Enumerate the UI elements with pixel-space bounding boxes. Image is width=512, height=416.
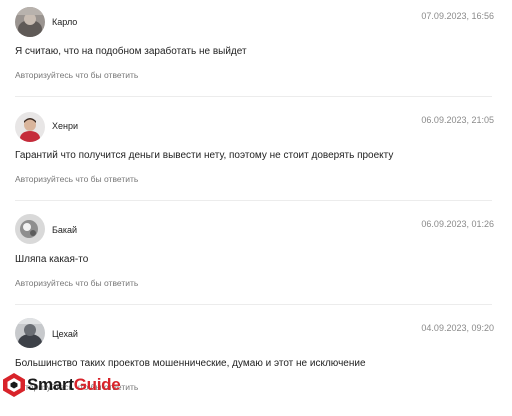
comment-divider [15, 200, 492, 201]
comment-divider [15, 304, 492, 305]
avatar[interactable] [15, 112, 45, 142]
comment-date: 06.09.2023, 01:26 [421, 219, 494, 229]
smartguide-watermark: SmartGuide [2, 370, 121, 400]
avatar[interactable] [15, 318, 45, 348]
comment-date: 04.09.2023, 09:20 [421, 323, 494, 333]
user-photo-icon [15, 318, 45, 348]
comment-author[interactable]: Бакай [52, 225, 77, 235]
reply-login-link[interactable]: Авторизуйтесь что бы ответить [15, 278, 138, 288]
wordmark-guide: Guide [73, 375, 121, 394]
comment-text: Гарантий что получится деньги вывести не… [15, 150, 394, 161]
avatar[interactable] [15, 214, 45, 244]
comment-item: Бакай 06.09.2023, 01:26 Шляпа какая-то А… [0, 208, 512, 312]
comment-text: Я считаю, что на подобном заработать не … [15, 46, 247, 57]
smartguide-logo-icon [3, 373, 25, 397]
comment-author[interactable]: Карло [52, 17, 77, 27]
reply-login-link[interactable]: Авторизуйтесь что бы ответить [15, 70, 138, 80]
comment-text: Шляпа какая-то [15, 254, 89, 265]
smartguide-wordmark: SmartGuide [27, 375, 121, 395]
comment-text: Большинство таких проектов мошеннические… [15, 358, 366, 369]
wordmark-smart: Smart [27, 375, 74, 394]
comment-author[interactable]: Хенри [52, 121, 78, 131]
avatar[interactable] [15, 7, 45, 37]
user-photo-icon [15, 214, 45, 244]
comment-item: Хенри 06.09.2023, 21:05 Гарантий что пол… [0, 104, 512, 208]
user-photo-icon [15, 7, 45, 37]
comment-date: 06.09.2023, 21:05 [421, 115, 494, 125]
comment-author[interactable]: Цехай [52, 329, 78, 339]
reply-login-link[interactable]: Авторизуйтесь что бы ответить [15, 174, 138, 184]
user-photo-icon [15, 112, 45, 142]
comment-divider [15, 96, 492, 97]
comment-item: Карло 07.09.2023, 16:56 Я считаю, что на… [0, 0, 512, 104]
comment-date: 07.09.2023, 16:56 [421, 11, 494, 21]
comment-item: Цехай 04.09.2023, 09:20 Большинство таки… [0, 312, 512, 416]
